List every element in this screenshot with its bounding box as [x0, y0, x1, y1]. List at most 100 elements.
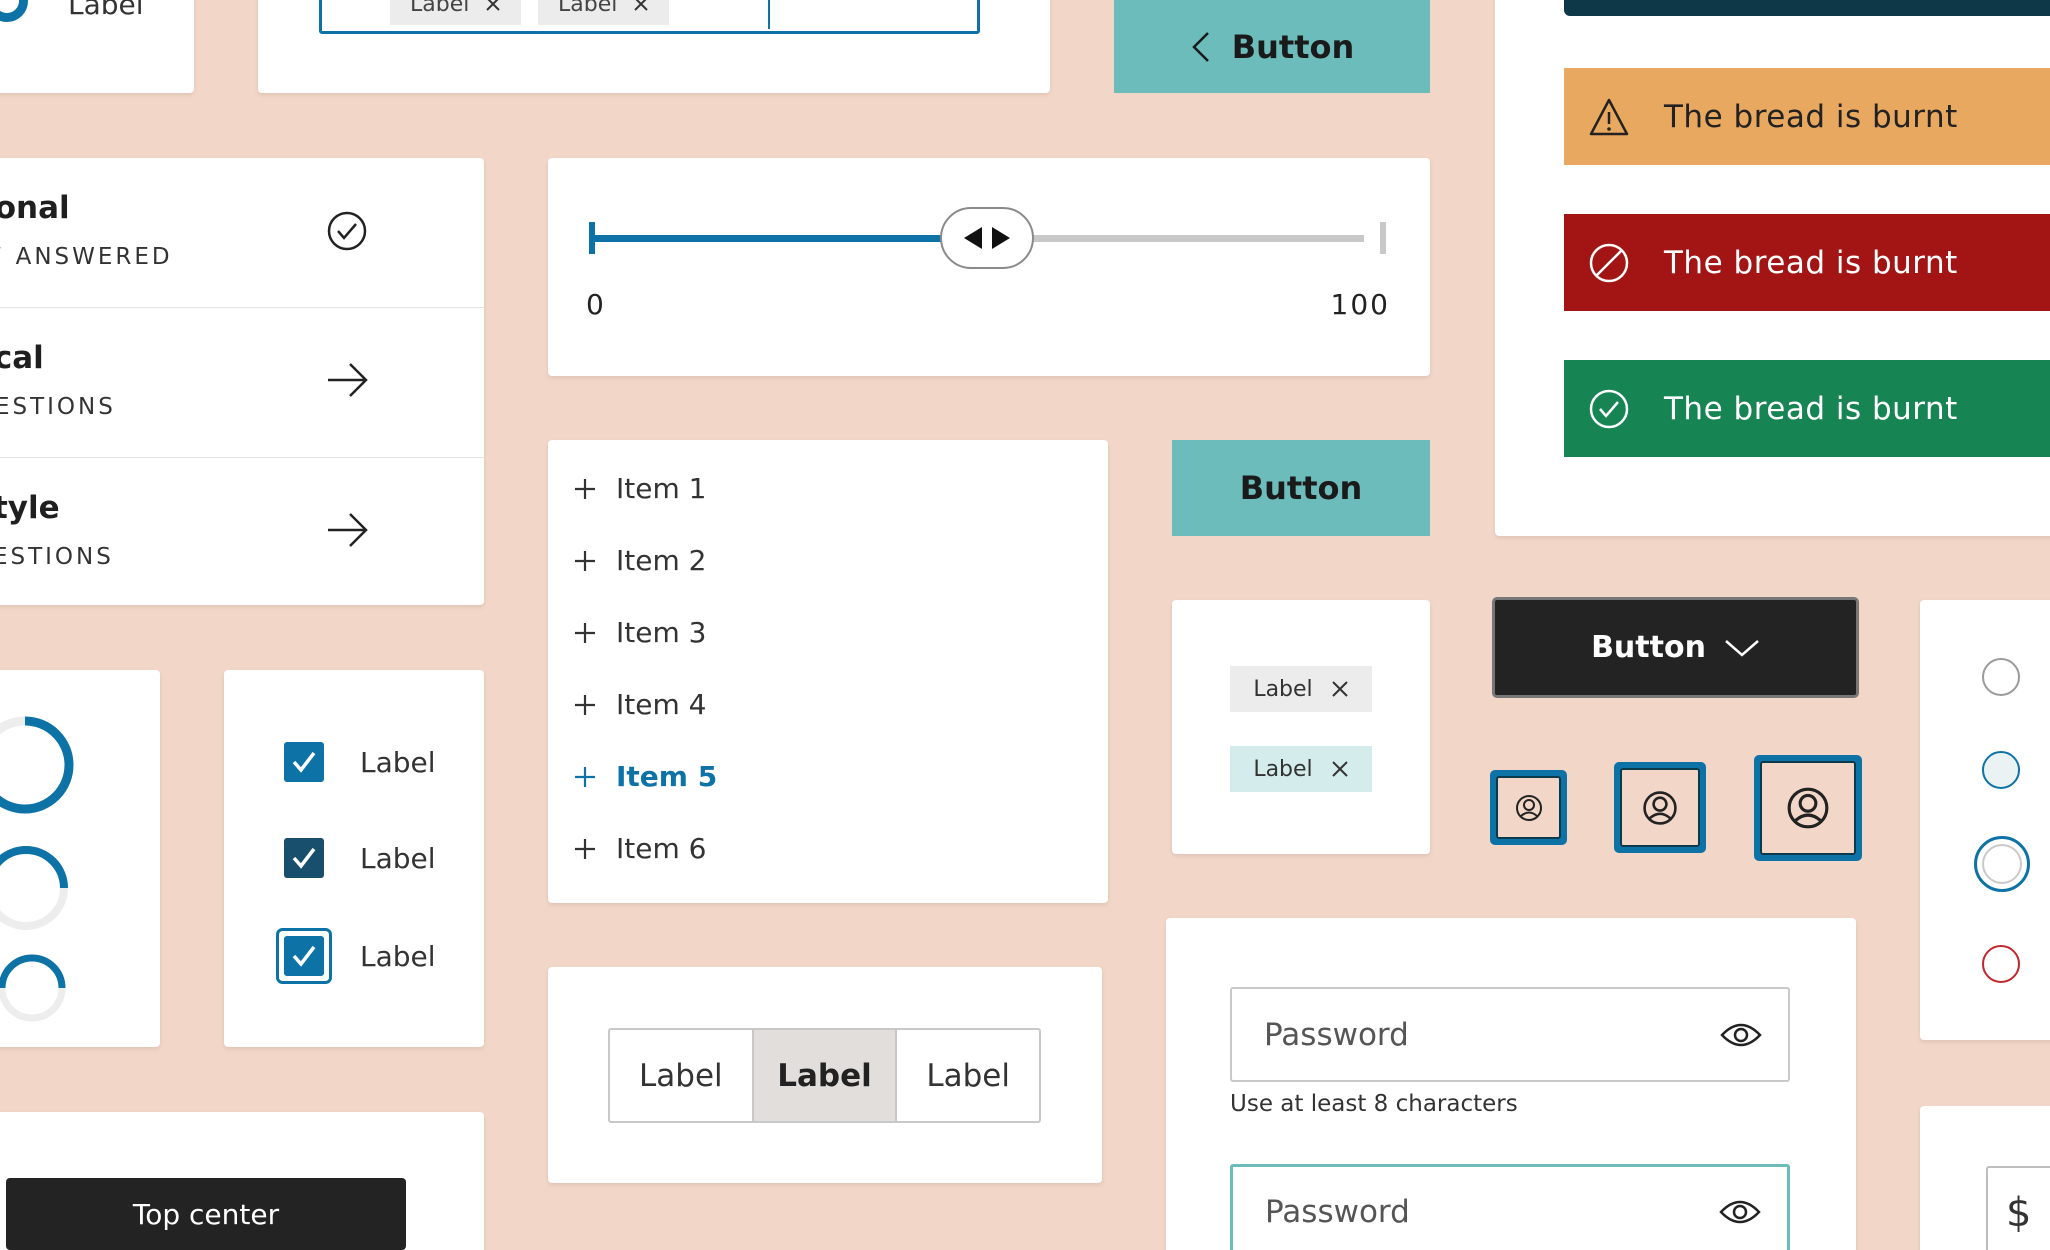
alert-text: The bread is burnt: [1664, 98, 1958, 135]
alert-success: The bread is burnt: [1564, 360, 2050, 457]
checkbox-row[interactable]: Label: [276, 928, 436, 984]
password-placeholder: Password: [1264, 1016, 1409, 1053]
alert-error: The bread is burnt: [1564, 214, 2050, 311]
list-item[interactable]: Item 2: [574, 544, 706, 577]
checkbox-row[interactable]: Label: [284, 742, 436, 782]
currency-input[interactable]: $: [1986, 1166, 2050, 1250]
checkbox-checked[interactable]: [284, 742, 324, 782]
radio-selected[interactable]: [0, 0, 28, 22]
toast: Top center: [6, 1178, 406, 1250]
list-item[interactable]: Item 1: [574, 472, 706, 505]
tag-hover: Label: [1230, 746, 1372, 792]
close-icon[interactable]: [1331, 680, 1349, 698]
tag-label: Label: [1253, 676, 1313, 702]
radio-states-card: [1920, 600, 2050, 1040]
tag: Label: [1230, 666, 1372, 712]
radio-label: Label: [68, 0, 144, 21]
section-subtitle: OF 7 ANSWERED: [0, 244, 173, 270]
radio-card: Label: [0, 0, 194, 93]
primary-button[interactable]: Button: [1172, 440, 1430, 536]
close-icon[interactable]: [485, 0, 501, 12]
eye-icon[interactable]: [1719, 1198, 1761, 1226]
radio-hover[interactable]: [1982, 751, 2020, 789]
password-field-focused[interactable]: Password: [1230, 1164, 1790, 1250]
segment-option[interactable]: Label: [897, 1030, 1039, 1121]
password-field[interactable]: Password: [1230, 987, 1790, 1082]
slider-card: 0 100: [548, 158, 1430, 376]
chevron-left-icon[interactable]: [358, 0, 372, 3]
avatar-icon: [1643, 790, 1677, 825]
eye-icon[interactable]: [1720, 1021, 1762, 1049]
avatar-button-small[interactable]: [1490, 770, 1567, 845]
list-item[interactable]: Item 6: [574, 832, 706, 865]
checkbox-checked-hover[interactable]: [284, 838, 324, 878]
toast-text: Top center: [132, 1197, 280, 1231]
plus-icon: [575, 694, 595, 715]
slider-thumb[interactable]: [940, 207, 1034, 269]
arrow-right-icon: [328, 363, 368, 397]
drag-handle-icon: [964, 227, 1010, 249]
primary-button-label: Button: [1239, 469, 1363, 507]
list-item-label: Item 3: [616, 616, 707, 649]
list-item-label: Item 6: [616, 832, 707, 865]
alert-info: [1564, 0, 2050, 16]
section-subtitle: QUESTIONS: [0, 394, 116, 420]
chip-label: Label: [410, 0, 470, 17]
chip-label: Label: [558, 0, 618, 17]
section-row[interactable]: ersonal OF 7 ANSWERED: [0, 158, 484, 308]
list-item-active[interactable]: Item 5: [574, 760, 717, 793]
chip-input[interactable]: Label Label: [319, 0, 980, 34]
section-row[interactable]: edical QUESTIONS: [0, 308, 484, 458]
section-subtitle: QUESTIONS: [0, 544, 114, 570]
close-icon[interactable]: [633, 0, 649, 12]
checkbox-label: Label: [360, 939, 436, 973]
tag-label: Label: [1253, 756, 1313, 782]
dropdown-button[interactable]: Button: [1492, 597, 1859, 698]
list-item-label: Item 4: [616, 688, 707, 721]
password-placeholder: Password: [1265, 1193, 1410, 1230]
section-title: edical: [0, 340, 44, 376]
list-item[interactable]: Item 4: [574, 688, 706, 721]
alert-text: The bread is burnt: [1664, 390, 1958, 427]
checkbox-label: Label: [360, 745, 436, 779]
check-circle-icon: [327, 211, 367, 251]
item-list-card: Item 1 Item 2 Item 3 Item 4 Item 5 Item …: [548, 440, 1108, 903]
checkbox-row[interactable]: Label: [284, 838, 436, 878]
plus-icon: [575, 550, 595, 571]
section-title: festyle: [0, 490, 60, 526]
warning-triangle-icon: [1589, 98, 1629, 135]
avatar-button-large[interactable]: [1754, 755, 1862, 861]
currency-card: $: [1920, 1106, 2050, 1250]
section-row[interactable]: festyle QUESTIONS: [0, 458, 484, 608]
avatar-button-medium[interactable]: [1614, 762, 1706, 853]
spinners-card: [0, 670, 160, 1047]
checkbox-checked-focus[interactable]: [276, 928, 332, 984]
back-button-label: Button: [1231, 27, 1355, 66]
close-icon[interactable]: [1331, 760, 1349, 778]
list-item-label: Item 1: [616, 472, 707, 505]
radio-error[interactable]: [1982, 945, 2020, 983]
segmented-card: Label Label Label: [548, 967, 1102, 1183]
avatar-icon: [1787, 787, 1829, 829]
blocked-icon: [1589, 243, 1629, 282]
segment-option-selected[interactable]: Label: [753, 1030, 898, 1121]
list-item-label: Item 2: [616, 544, 707, 577]
back-button[interactable]: Button: [1114, 0, 1430, 93]
alerts-card: The bread is burnt The bread is burnt Th…: [1495, 0, 2050, 536]
spinner-large: [0, 716, 74, 814]
plus-icon: [575, 478, 595, 499]
radio-focus[interactable]: [1974, 836, 2030, 892]
segment-option[interactable]: Label: [610, 1030, 754, 1121]
dropdown-button-label: Button: [1591, 630, 1706, 665]
password-card: Password Use at least 8 characters Passw…: [1166, 918, 1856, 1250]
slider-max-tick: [1380, 222, 1386, 254]
chip-input-card: Label Label: [258, 0, 1050, 93]
spinner-medium: [0, 846, 68, 930]
checkbox-label: Label: [360, 841, 436, 875]
list-item[interactable]: Item 3: [574, 616, 706, 649]
tags-card: Label Label: [1172, 600, 1430, 854]
slider-track-fill: [592, 235, 970, 242]
radio-default[interactable]: [1982, 658, 2020, 696]
arrow-right-icon: [328, 513, 368, 547]
sections-card: ersonal OF 7 ANSWERED edical QUESTIONS f…: [0, 158, 484, 605]
